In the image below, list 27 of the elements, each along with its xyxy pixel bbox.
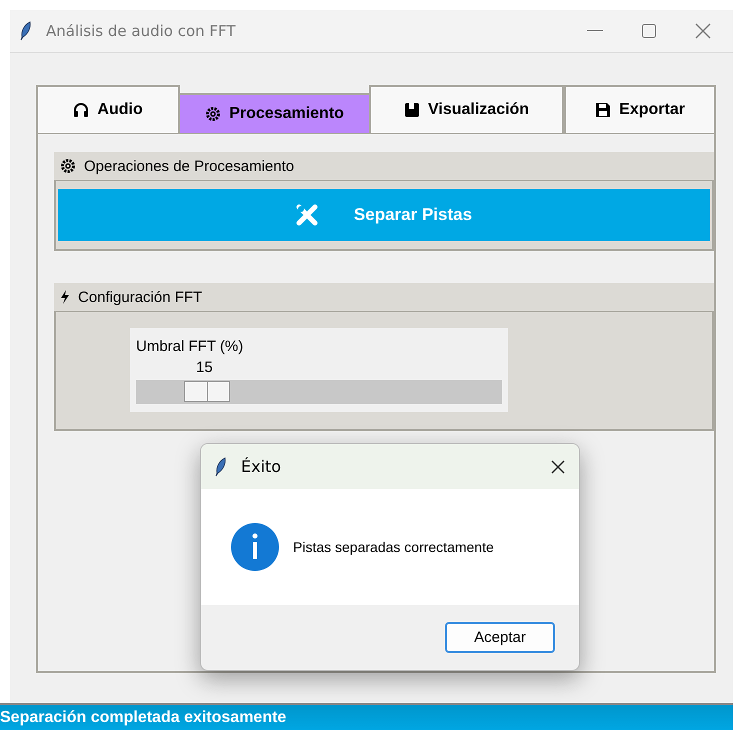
accept-button[interactable]: Aceptar	[445, 622, 555, 653]
dialog-title: Éxito	[241, 457, 282, 476]
headphones-icon	[73, 102, 90, 118]
slider-thumb[interactable]	[184, 381, 230, 402]
lightning-icon	[60, 290, 70, 304]
tools-icon	[296, 204, 318, 226]
info-icon	[231, 523, 279, 571]
section-title: Operaciones de Procesamiento	[84, 158, 294, 174]
window-title: Análisis de audio con FFT	[46, 22, 237, 40]
tab[interactable]: Exportar	[564, 85, 716, 133]
slider-track[interactable]	[136, 380, 502, 404]
close-icon[interactable]	[551, 460, 565, 474]
section-title: Configuración FFT	[78, 288, 202, 306]
minimize-icon[interactable]	[587, 30, 603, 32]
gear-icon	[60, 158, 76, 174]
tab[interactable]: Visualización	[368, 85, 564, 133]
slider-label: Umbral FFT (%)	[136, 338, 244, 355]
clapperboard-icon	[404, 102, 420, 118]
slider-value: 15	[196, 359, 213, 376]
status-bar: Separación completada exitosamente	[0, 703, 733, 730]
feather-icon	[20, 21, 32, 41]
tab[interactable]: Procesamiento	[180, 93, 369, 133]
dialog-message: Pistas separadas correctamente	[293, 539, 494, 555]
gear-icon	[205, 106, 222, 122]
feather-icon	[215, 456, 227, 476]
maximize-icon[interactable]	[642, 24, 656, 38]
tab[interactable]: Audio	[36, 85, 180, 133]
